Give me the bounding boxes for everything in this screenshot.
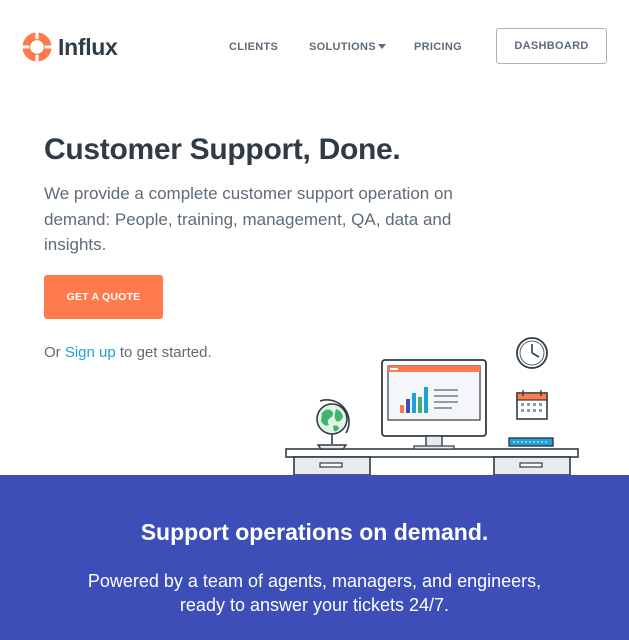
logo[interactable]: Influx bbox=[22, 32, 118, 62]
left-drawer bbox=[293, 456, 371, 475]
clock-icon bbox=[516, 337, 548, 369]
hero-title: Customer Support, Done. bbox=[44, 133, 401, 166]
band-text-line-1: Powered by a team of agents, managers, a… bbox=[87, 571, 542, 591]
calendar-icon bbox=[516, 390, 548, 420]
band-text: Powered by a team of agents, managers, a… bbox=[0, 569, 629, 617]
signup-suffix: to get started. bbox=[115, 344, 212, 361]
right-drawer bbox=[493, 456, 571, 475]
keyboard-icon bbox=[508, 437, 554, 447]
monitor-icon bbox=[381, 359, 487, 450]
lifebuoy-icon bbox=[22, 32, 52, 62]
band-title: Support operations on demand. bbox=[140, 519, 489, 545]
logo-text: Influx bbox=[58, 33, 118, 60]
caret-down-icon[interactable] bbox=[378, 44, 386, 49]
band-text-line-2: ready to answer your tickets 24/7. bbox=[179, 595, 450, 615]
nav-solutions[interactable]: SOLUTIONS bbox=[309, 41, 376, 53]
site-header: Influx CLIENTS SOLUTIONS PRICING DASHBOA… bbox=[0, 0, 629, 95]
signup-prefix: Or bbox=[44, 344, 65, 361]
get-a-quote-button[interactable]: GET A QUOTE bbox=[44, 275, 163, 319]
feature-band: Support operations on demand. Powered by… bbox=[0, 475, 629, 640]
signup-link[interactable]: Sign up bbox=[65, 344, 116, 361]
dashboard-button[interactable]: DASHBOARD bbox=[496, 28, 607, 64]
nav-clients[interactable]: CLIENTS bbox=[229, 41, 278, 53]
nav-pricing[interactable]: PRICING bbox=[414, 41, 462, 53]
signup-line: Or Sign up to get started. bbox=[44, 344, 212, 361]
hero-subtitle: We provide a complete customer support o… bbox=[44, 184, 453, 254]
desk-illustration bbox=[285, 337, 579, 475]
globe-icon bbox=[316, 399, 350, 450]
